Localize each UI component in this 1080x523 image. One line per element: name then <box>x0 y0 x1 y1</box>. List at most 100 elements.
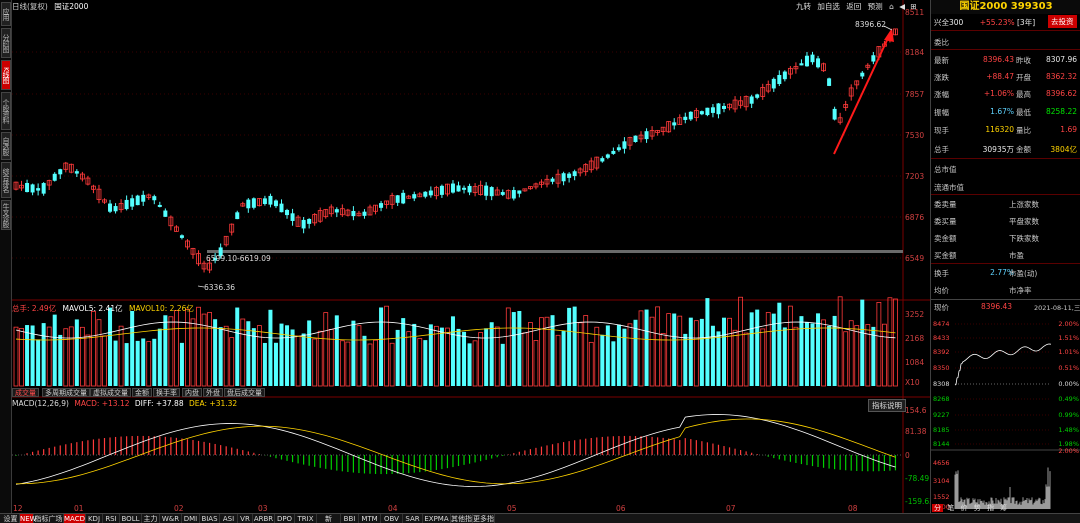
candle-body <box>52 173 57 181</box>
tab-volume[interactable]: 成交量 <box>12 388 39 397</box>
volume-bar <box>533 340 539 387</box>
candle-body <box>423 191 428 197</box>
volume-bar <box>567 307 572 386</box>
candle-body <box>616 147 621 151</box>
volume-bar <box>616 324 621 386</box>
volume-bar <box>130 310 135 386</box>
candle-body <box>799 63 804 66</box>
candle-body <box>672 122 677 126</box>
bottom-tab-mtm[interactable]: MTM <box>359 514 381 523</box>
tab-tick[interactable]: 笔 <box>945 504 956 512</box>
candle-body <box>41 183 46 194</box>
intraday-chart[interactable]: 8474 2.00% 8433 1.51% 8392 1.01% 8350 0.51% 8308… <box>931 313 1080 513</box>
macd-axis-label: -78.49 <box>905 474 930 483</box>
tab-trend[interactable]: 势 <box>972 504 983 512</box>
tab-minute[interactable]: 分 <box>932 504 943 512</box>
intraday-vol-axis-label: 1552 <box>933 493 950 501</box>
bottom-tab-arbr[interactable]: ARBR <box>253 514 275 523</box>
bottom-tab-kdj[interactable]: KDJ <box>86 514 103 523</box>
volume-bar <box>91 310 96 387</box>
indicator-help-button[interactable]: 指标说明 <box>868 399 906 412</box>
candle-body <box>428 190 433 196</box>
tab-multi-volume[interactable]: 多周期成交量 <box>42 388 90 397</box>
candle-body <box>58 169 63 175</box>
chart-header: 日线(复权) 国证2000 <box>12 1 88 12</box>
jiuzhuan-button[interactable]: 九转 <box>796 2 811 11</box>
tab-inner[interactable]: 内盘 <box>182 388 202 397</box>
bottom-tab-sar[interactable]: SAR <box>403 514 423 523</box>
candle-body <box>810 54 815 63</box>
candle-body <box>467 185 472 193</box>
volume-bar <box>893 298 898 387</box>
tab-chips[interactable]: 筹 <box>998 504 1009 512</box>
bottom-tab-new[interactable]: NEW <box>20 514 37 523</box>
volume-bar <box>190 318 196 387</box>
lock-icon[interactable]: ⌂ <box>889 2 894 11</box>
tab-price[interactable]: 价 <box>958 504 969 512</box>
candle-body <box>401 192 406 204</box>
tab-kline[interactable]: K线图 <box>1 60 11 90</box>
volume-bar <box>68 326 74 387</box>
volume-bar <box>379 307 384 386</box>
invest-button[interactable]: 去投资 <box>1048 15 1077 28</box>
bottom-tab--[interactable]: 主力 <box>142 514 160 523</box>
volume-bar <box>58 334 63 386</box>
bottom-tab-boll[interactable]: BOLL <box>120 514 142 523</box>
tab-diagnosis[interactable]: 牛叉诊股 <box>1 200 11 230</box>
kline-chart-area[interactable]: 日线(复权) 国证2000 九转 加自选 返回 预测 ⌂ ◀ ⊞ 8511 81… <box>12 0 934 513</box>
candle-body <box>163 210 168 217</box>
bottom-tab--[interactable]: 其他指标 <box>451 514 473 523</box>
tab-after-hours[interactable]: 盘后成交量 <box>224 388 265 397</box>
bottom-tab-expma[interactable]: EXPMA <box>423 514 451 523</box>
quote-label: 涨跌 <box>934 73 949 82</box>
indicator-bottom-bar: 设置 NEW 指标广场 MACD KDJ RSI BOLL 主力 W&R DMI BIAS ASI VR… <box>0 513 1080 523</box>
quote-label: 金额 <box>1016 145 1031 154</box>
bottom-tab-rsi[interactable]: RSI <box>103 514 120 523</box>
bottom-tab--[interactable]: 更多指标 <box>473 514 495 523</box>
chart-canvas[interactable] <box>12 0 930 513</box>
volume-bar <box>810 323 815 386</box>
bottom-tab-w-r[interactable]: W&R <box>160 514 182 523</box>
dea-line <box>15 418 896 485</box>
bottom-tab-macd[interactable]: MACD <box>64 514 86 523</box>
bottom-tab-bbi[interactable]: BBI <box>341 514 359 523</box>
bottom-tab--[interactable]: 指标广场 <box>34 514 64 523</box>
candle-body <box>290 213 295 221</box>
tab-amount[interactable]: 金额 <box>132 388 152 397</box>
bottom-tab-asi[interactable]: ASI <box>220 514 238 523</box>
bottom-tab-dpo[interactable]: DPO <box>275 514 295 523</box>
bottom-tab-trix[interactable]: TRIX <box>295 514 317 523</box>
tab-index[interactable]: 指 <box>985 504 996 512</box>
weibi-label: 委比 <box>934 38 949 47</box>
tab-turnover[interactable]: 换手率 <box>153 388 180 397</box>
forecast-button[interactable]: 预测 <box>868 2 883 11</box>
volume-bar <box>423 340 428 386</box>
candle-body <box>550 178 555 182</box>
bottom-tab--[interactable]: 设置 <box>2 514 20 523</box>
add-watchlist-button[interactable]: 加自选 <box>817 2 840 11</box>
tab-ranking[interactable]: 综合排名 <box>1 162 11 198</box>
quote-label: 最低 <box>1016 108 1031 117</box>
tab-timeshare[interactable]: 分时图 <box>1 28 11 58</box>
bottom-tab-obv[interactable]: OBV <box>381 514 403 523</box>
price-axis-label: 8511 <box>905 8 925 17</box>
bottom-tab--dma[interactable]: 新DMA <box>317 514 341 523</box>
bottom-tab-vr[interactable]: VR <box>238 514 253 523</box>
tab-profile[interactable]: 个股资料 <box>1 92 11 130</box>
volume-bar <box>816 313 821 386</box>
volume-bar <box>146 341 152 387</box>
breadth-label: 卖金额 <box>934 234 957 243</box>
bottom-tab-dmi[interactable]: DMI <box>182 514 200 523</box>
volume-bar <box>356 325 362 387</box>
tab-virtual-volume[interactable]: 虚拟成交量 <box>90 388 131 397</box>
volume-bar <box>887 297 893 387</box>
tab-app[interactable]: 应用 <box>1 2 11 26</box>
back-button[interactable]: 返回 <box>846 2 861 11</box>
tab-watchlist[interactable]: 自选股 <box>1 132 11 160</box>
tab-outer[interactable]: 外盘 <box>203 388 223 397</box>
volume-bar <box>179 342 184 386</box>
volume-bar <box>312 338 318 387</box>
bottom-tab-bias[interactable]: BIAS <box>200 514 220 523</box>
candle-body <box>307 218 312 224</box>
quote-value: 1.69 <box>1060 125 1077 134</box>
